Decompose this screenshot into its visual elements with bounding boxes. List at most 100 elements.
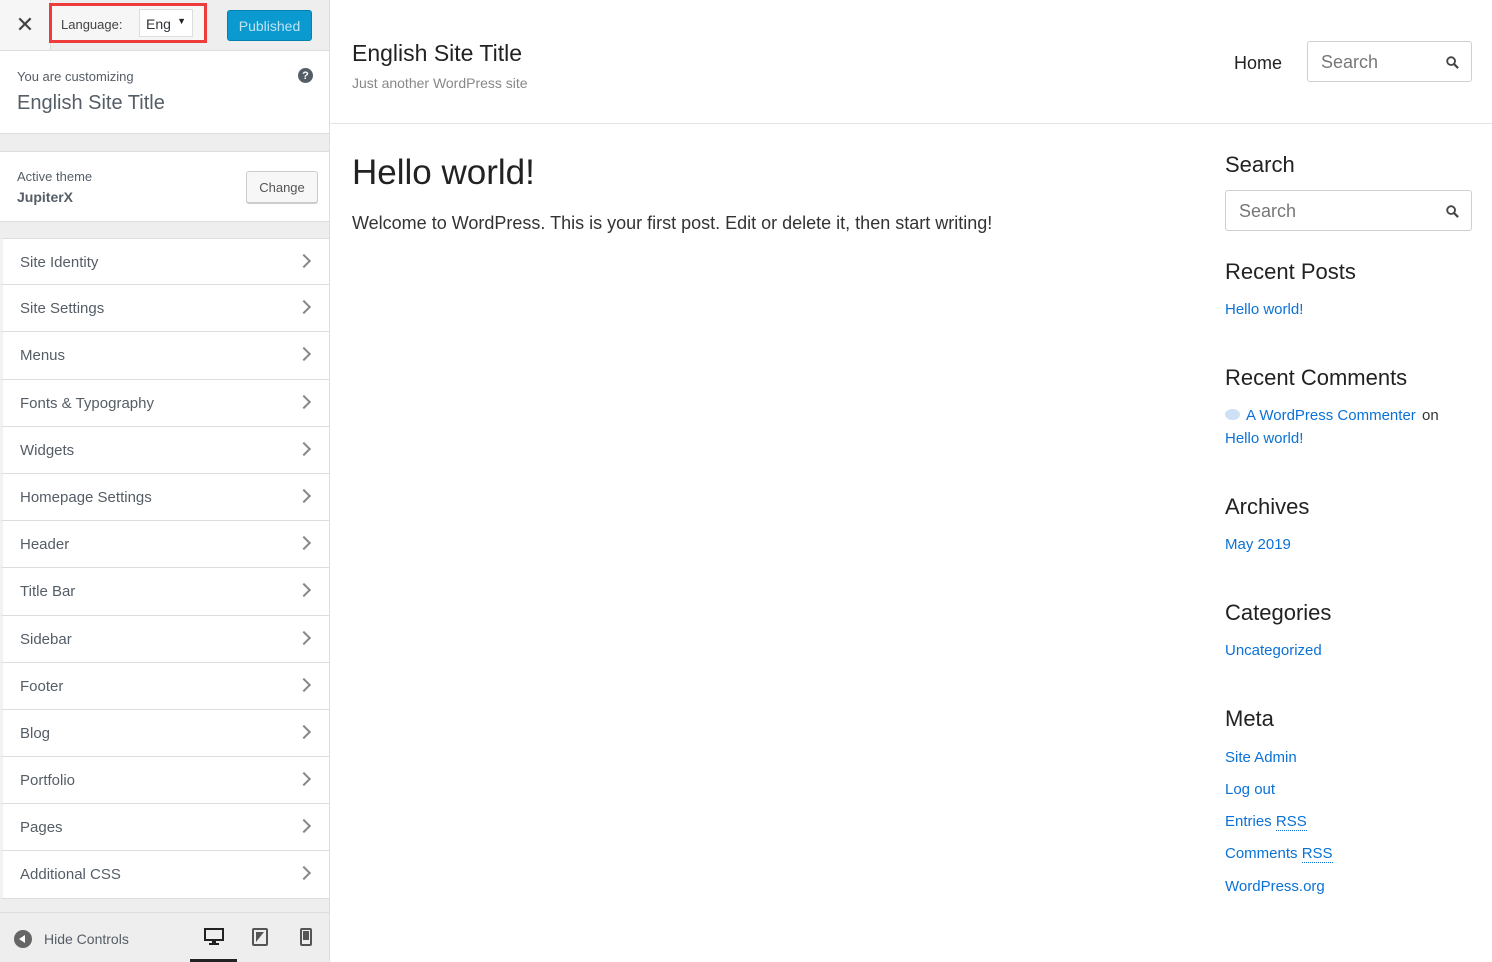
customizer-topbar: ✕ Language: Eng ▼ Published [0,0,329,51]
section-label: Menus [20,347,66,365]
chevron-right-icon [296,300,312,315]
active-theme-label: Active theme [17,169,93,184]
chevron-right-icon [296,583,312,598]
chevron-right-icon [296,677,312,692]
comment-author-link[interactable]: A WordPress Commenter [1246,407,1416,424]
chevron-right-icon [296,819,312,834]
comment-icon [1225,409,1240,420]
widget-title-recent-posts: Recent Posts [1225,259,1356,284]
section-site-settings[interactable]: Site Settings [0,285,329,333]
meta-entries-rss-link[interactable]: Entries RSS [1225,813,1307,831]
section-blog[interactable]: Blog [0,709,329,758]
customizing-label: You are customizing [17,69,134,84]
category-link[interactable]: Uncategorized [1225,642,1322,659]
chevron-right-icon [296,347,312,362]
search-icon[interactable] [1446,56,1459,69]
section-menus[interactable]: Menus [0,332,329,380]
sidebar-search-input[interactable]: Search [1225,190,1472,231]
section-label: Site Settings [20,300,105,318]
section-widgets[interactable]: Widgets [0,426,329,474]
mobile-icon [300,928,312,946]
customizing-info: You are customizing English Site Title ? [0,51,329,134]
chevron-right-icon [296,866,312,881]
site-preview: English Site Title Just another WordPres… [330,0,1492,962]
language-selected-value: Eng [146,16,171,32]
section-pages[interactable]: Pages [0,804,329,852]
section-label: Header [20,536,70,554]
meta-wordpress-org-link[interactable]: WordPress.org [1225,878,1325,895]
section-label: Blog [20,724,51,742]
preview-mobile-button[interactable] [294,925,318,949]
post-content: Welcome to WordPress. This is your first… [352,213,993,233]
site-title[interactable]: English Site Title [352,40,522,67]
widget-title-recent-comments: Recent Comments [1225,365,1408,390]
header-search-input[interactable]: Search [1307,41,1472,82]
customizer-sidebar: ✕ Language: Eng ▼ Published You are cust… [0,0,330,962]
meta-log-out-link[interactable]: Log out [1225,781,1275,798]
chevron-right-icon [296,394,312,409]
section-portfolio[interactable]: Portfolio [0,757,329,805]
comment-on-text: on [1422,407,1439,424]
chevron-right-icon [296,724,312,739]
section-label: Footer [20,677,64,695]
archive-link[interactable]: May 2019 [1225,536,1291,553]
recent-post-link[interactable]: Hello world! [1225,301,1303,318]
section-sidebar[interactable]: Sidebar [0,615,329,663]
rss-abbr: RSS [1275,813,1307,831]
section-label: Additional CSS [20,866,121,884]
meta-comments-label: Comments [1225,845,1298,862]
section-title-bar[interactable]: Title Bar [0,568,329,616]
post-title[interactable]: Hello world! [352,153,535,193]
chevron-right-icon [296,771,312,787]
section-label: Fonts & Typography [20,394,154,412]
section-homepage-settings[interactable]: Homepage Settings [0,473,329,522]
publish-button[interactable]: Published [227,10,312,41]
meta-comments-rss-link[interactable]: Comments RSS [1225,845,1333,863]
section-fonts-typography[interactable]: Fonts & Typography [0,379,329,427]
chevron-right-icon [296,630,312,645]
search-placeholder: Search [1239,201,1297,221]
rss-abbr: RSS [1301,845,1333,863]
language-switcher: Language: Eng ▼ [49,3,207,43]
comment-post-link[interactable]: Hello world! [1225,430,1303,447]
search-icon[interactable] [1446,205,1459,218]
section-label: Sidebar [20,630,72,648]
chevron-right-icon [296,536,312,551]
meta-site-admin-link[interactable]: Site Admin [1225,749,1297,766]
active-theme-name: JupiterX [17,189,74,205]
close-icon: ✕ [15,12,35,37]
chevron-right-icon [296,253,312,269]
preview-tablet-button[interactable] [248,925,272,949]
section-label: Pages [20,819,63,837]
section-site-identity[interactable]: Site Identity [0,238,329,286]
caret-down-icon: ▼ [177,16,186,26]
collapse-arrow-icon [14,930,32,948]
section-footer[interactable]: Footer [0,662,329,710]
customizing-site-title: English Site Title [17,92,165,114]
language-select[interactable]: Eng ▼ [139,9,193,37]
chevron-right-icon [296,488,312,504]
section-label: Widgets [20,441,75,459]
site-header: English Site Title Just another WordPres… [330,0,1492,124]
close-customizer-button[interactable]: ✕ [0,0,51,50]
section-label: Portfolio [20,772,76,790]
section-label: Site Identity [20,254,99,271]
widget-title-categories: Categories [1225,600,1332,625]
hide-controls-button[interactable]: Hide Controls [14,929,129,949]
customizer-sections: Site Identity Site Settings Menus Fonts … [0,238,329,899]
preview-desktop-button[interactable] [202,925,226,949]
section-header[interactable]: Header [0,521,329,569]
search-placeholder: Search [1321,52,1379,72]
nav-home-link[interactable]: Home [1234,53,1282,74]
active-theme-panel: Active theme JupiterX Change [0,151,329,222]
section-additional-css[interactable]: Additional CSS [0,851,329,899]
hide-controls-label: Hide Controls [44,931,129,947]
change-theme-button[interactable]: Change [246,171,318,203]
customizer-footer: Hide Controls [0,912,329,962]
help-icon[interactable]: ? [298,68,313,83]
widget-title-search: Search [1225,152,1295,177]
widget-title-meta: Meta [1225,706,1274,731]
language-label: Language: [61,17,123,32]
meta-entries-label: Entries [1225,813,1272,830]
section-label: Homepage Settings [20,488,152,506]
